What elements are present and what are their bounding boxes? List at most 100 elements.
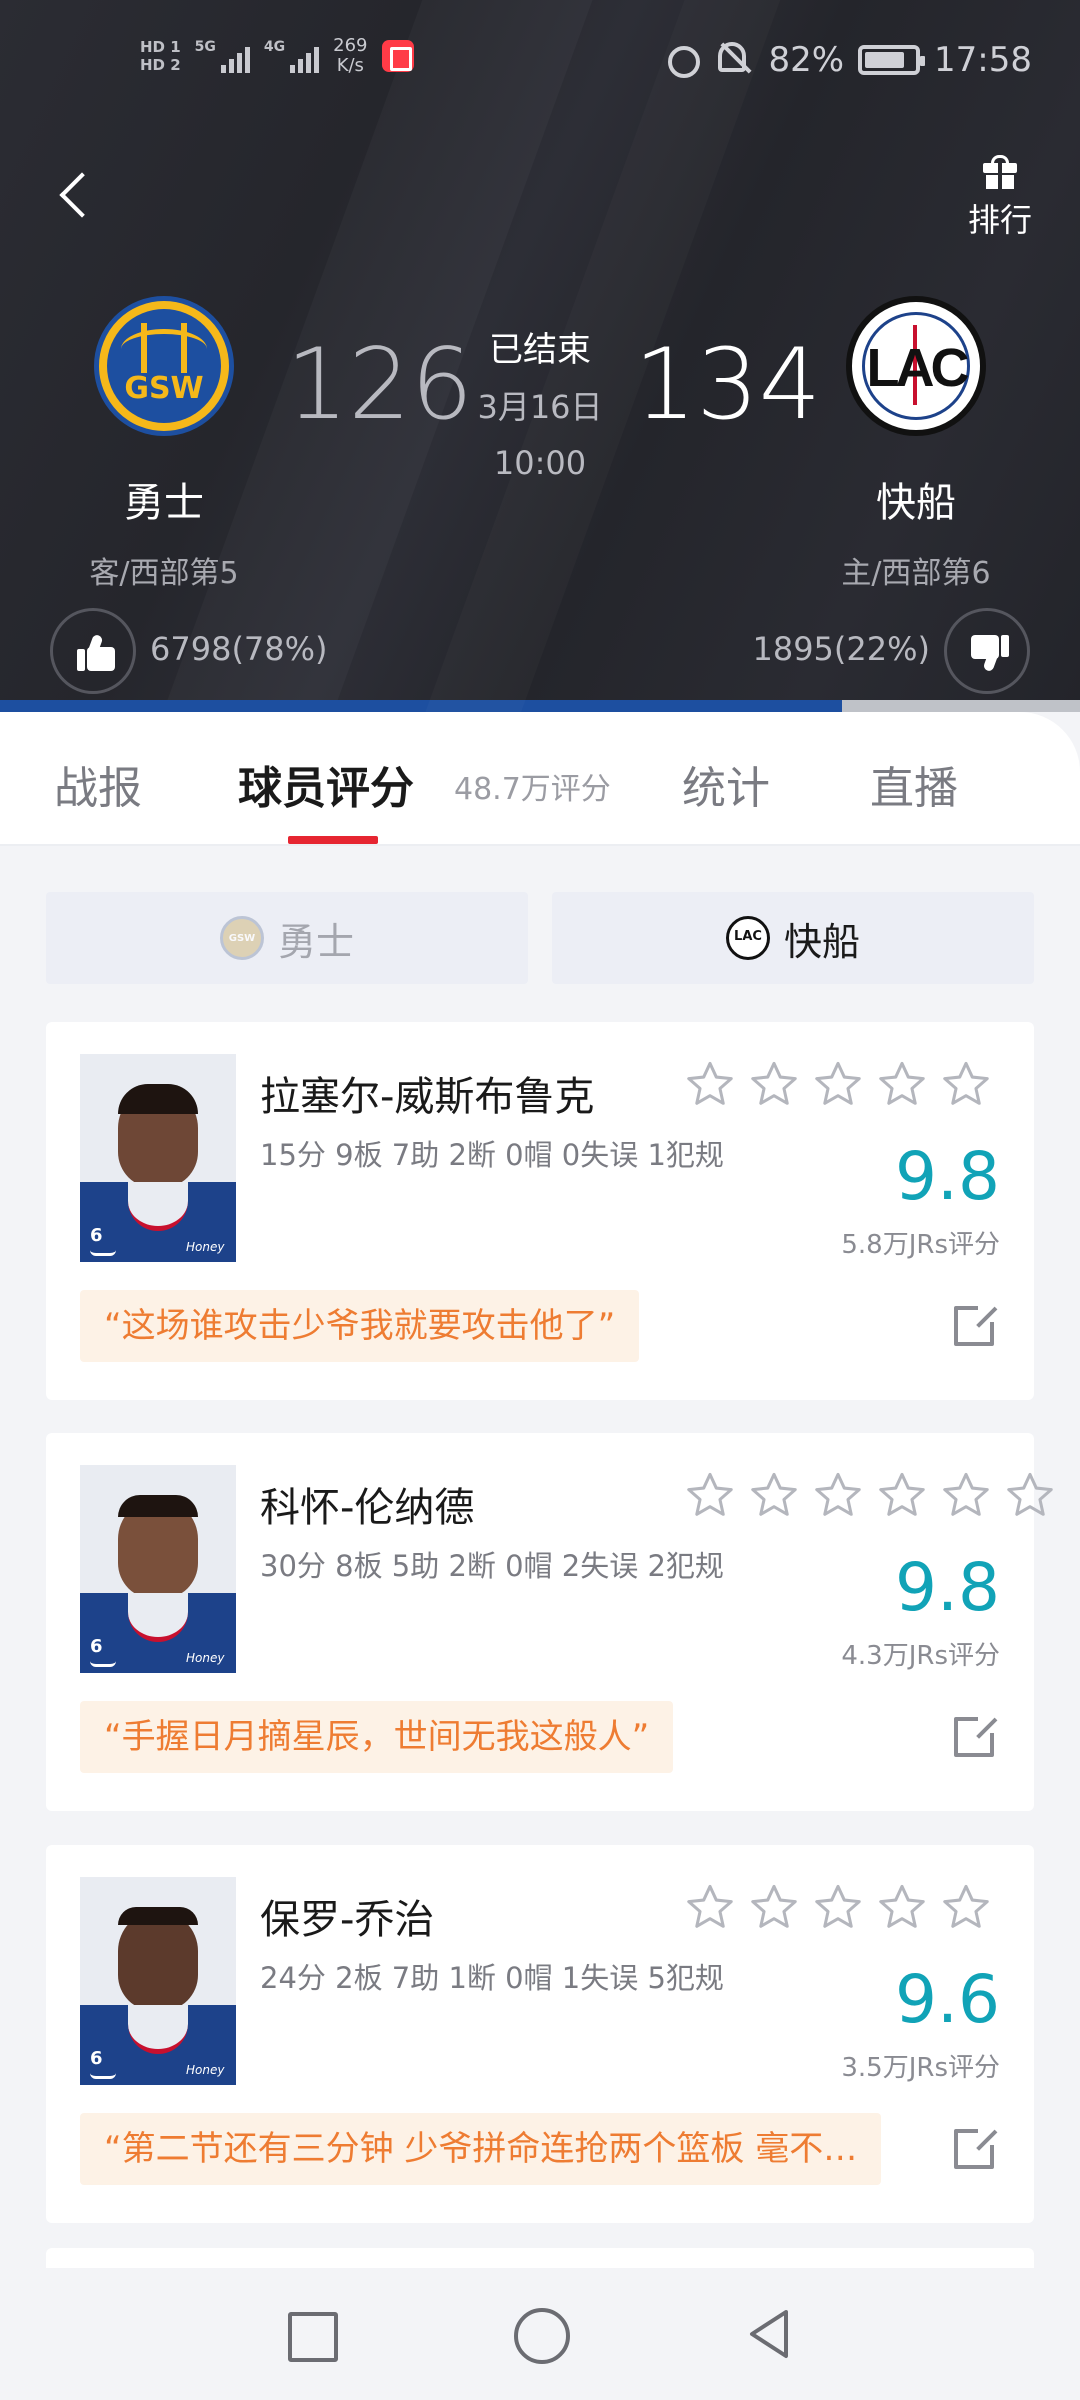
game-time: 10:00: [493, 444, 587, 482]
back-icon[interactable]: [52, 165, 102, 225]
star-icon[interactable]: [940, 1469, 992, 1521]
hd-icon: HD 1 HD 2: [140, 38, 181, 74]
player-rating-score: 9.8: [895, 1549, 1000, 1626]
swoosh-icon: [90, 2073, 116, 2079]
star-icon[interactable]: [812, 1881, 864, 1933]
top-comment[interactable]: “第二节还有三分钟 少爷拼命连抢两个篮板 毫不…: [80, 2113, 882, 2185]
jersey-brand: Honey: [186, 1651, 225, 1665]
rank-label: 排行: [967, 201, 1032, 239]
star-icon[interactable]: [1004, 1469, 1056, 1521]
star-icon[interactable]: [684, 1058, 736, 1110]
player-name[interactable]: 拉塞尔-威斯布鲁克: [260, 1064, 594, 1122]
home-score: 134: [634, 328, 822, 442]
player-stats: 15分 9板 7助 2断 0帽 0失误 1犯规: [260, 1138, 724, 1172]
player-rating-score: 9.6: [895, 1961, 1000, 2038]
rank-button[interactable]: 排行: [960, 155, 1040, 241]
star-icon[interactable]: [748, 1881, 800, 1933]
mute-icon: [718, 42, 754, 78]
player-name[interactable]: 保罗-乔治: [260, 1887, 434, 1945]
away-team-standing: 客/西部第5: [89, 556, 239, 591]
thumb-down-icon: [971, 635, 1009, 673]
gift-icon: [983, 155, 1017, 189]
game-status: 已结束: [489, 330, 591, 370]
clippers-logo[interactable]: LAC: [846, 296, 986, 436]
tab-report[interactable]: 战报: [54, 752, 142, 816]
clock: 17:58: [934, 40, 1032, 80]
home-team-name: 快船: [876, 480, 956, 526]
team-switch-clippers[interactable]: 快船: [552, 892, 1034, 984]
signal-4g-icon: 4G: [264, 39, 320, 73]
star-icon[interactable]: [748, 1058, 800, 1110]
player-rating-count: 5.8万JRs评分: [841, 1230, 1000, 1260]
team-switch-warriors[interactable]: 勇士: [46, 892, 528, 984]
player-card[interactable]: 6 Honey 拉塞尔-威斯布鲁克 15分 9板 7助 2断 0帽 0失误 1犯…: [46, 1022, 1034, 1400]
star-icon[interactable]: [876, 1058, 928, 1110]
star-rating-input[interactable]: [684, 1881, 992, 1933]
content-panel: 战报 球员评分 48.7万评分 统计 直播 勇士 快船 6 Honey 拉塞尔-…: [0, 712, 1080, 2400]
vote-away-button[interactable]: [50, 608, 136, 694]
jersey-number: 6: [90, 1636, 103, 1657]
jersey-number: 6: [90, 1225, 103, 1246]
home-button[interactable]: [510, 2304, 570, 2364]
star-icon[interactable]: [684, 1881, 736, 1933]
thumb-up-icon: [77, 633, 115, 671]
player-rating-count: 4.3万JRs评分: [841, 1641, 1000, 1671]
player-rating-count: 3.5万JRs评分: [841, 2053, 1000, 2083]
tab-bar: 战报 球员评分 48.7万评分 统计 直播: [0, 712, 1080, 846]
home-vote-count: 1895(22%): [752, 630, 930, 668]
star-icon[interactable]: [812, 1469, 864, 1521]
share-icon[interactable]: [954, 2123, 1000, 2169]
star-icon[interactable]: [876, 1469, 928, 1521]
top-comment[interactable]: “这场谁攻击少爷我就要攻击他了”: [80, 1290, 640, 1362]
rating-total-count: 48.7万评分: [454, 772, 611, 807]
tab-stats[interactable]: 统计: [682, 752, 770, 816]
home-team-standing: 主/西部第6: [841, 556, 991, 591]
vote-home-button[interactable]: [944, 608, 1030, 694]
tab-player-rating[interactable]: 球员评分: [238, 752, 414, 816]
battery-percent: 82%: [768, 40, 845, 80]
player-photo[interactable]: 6 Honey: [80, 1877, 236, 2085]
star-icon[interactable]: [940, 1881, 992, 1933]
net-speed-unit: K/s: [336, 55, 364, 76]
star-rating-input[interactable]: [684, 1058, 992, 1110]
star-icon[interactable]: [684, 1469, 736, 1521]
tab-live[interactable]: 直播: [870, 752, 958, 816]
player-stats: 24分 2板 7助 1断 0帽 1失误 5犯规: [260, 1961, 724, 1995]
warriors-mini-logo: [219, 916, 264, 960]
recents-button[interactable]: [280, 2304, 340, 2364]
signal-5g-icon: 5G: [195, 39, 250, 73]
warriors-logo-text: GSW: [124, 371, 204, 406]
player-card[interactable]: 6 Honey 保罗-乔治 24分 2板 7助 1断 0帽 1失误 5犯规 9.…: [46, 1845, 1034, 2223]
system-nav-bar: [0, 2268, 1080, 2400]
star-icon[interactable]: [876, 1881, 928, 1933]
active-tab-indicator: [288, 836, 378, 844]
star-icon[interactable]: [940, 1058, 992, 1110]
warriors-logo[interactable]: GSW: [94, 296, 234, 436]
player-photo[interactable]: 6 Honey: [80, 1054, 236, 1262]
share-icon[interactable]: [954, 1711, 1000, 1757]
system-back-button[interactable]: [740, 2304, 800, 2364]
share-icon[interactable]: [954, 1300, 1000, 1346]
player-card[interactable]: 6 Honey 科怀-伦纳德 30分 8板 5助 2断 0帽 2失误 2犯规 9…: [46, 1433, 1053, 1811]
notification-app-icon: [381, 40, 414, 72]
star-icon[interactable]: [812, 1058, 864, 1110]
net-speed: 269 K/s: [333, 36, 367, 76]
game-header: HD 1HD 2 5G 4G 269 K/s 82% 17:58 排行 GSW: [0, 0, 1080, 718]
swoosh-icon: [90, 1661, 116, 1667]
player-photo[interactable]: 6 Honey: [80, 1465, 236, 1673]
star-icon[interactable]: [748, 1469, 800, 1521]
top-comment[interactable]: “手握日月摘星辰，世间无我这般人”: [80, 1701, 674, 1773]
team-switch-warriors-label: 勇士: [277, 919, 354, 964]
jersey-brand: Honey: [186, 1240, 225, 1254]
player-stats: 30分 8板 5助 2断 0帽 2失误 2犯规: [260, 1549, 724, 1583]
vote-share-bar: [0, 700, 1080, 712]
player-rating-score: 9.8: [895, 1138, 1000, 1215]
status-bar: HD 1 HD 2 5G 4G 269 K/s 82% 17:58: [0, 30, 1080, 100]
player-name[interactable]: 科怀-伦纳德: [260, 1475, 474, 1533]
star-rating-input[interactable]: [684, 1469, 1056, 1521]
clippers-logo-text: LAC: [866, 338, 970, 398]
away-team-name: 勇士: [124, 480, 204, 526]
jersey-brand: Honey: [186, 2063, 225, 2077]
swoosh-icon: [90, 1250, 116, 1256]
net-speed-value: 269: [333, 35, 368, 56]
